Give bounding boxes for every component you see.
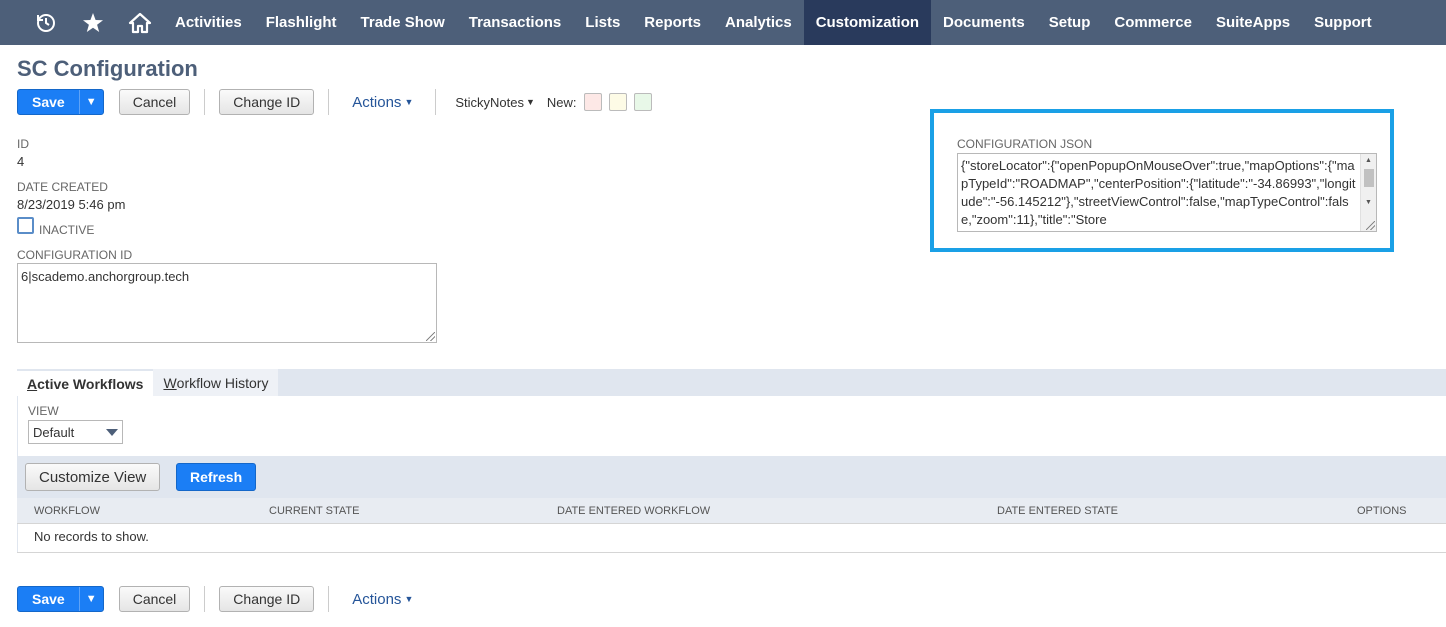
save-button[interactable]: Save ▼: [17, 586, 104, 612]
sticky-notes-menu[interactable]: StickyNotes ▼: [455, 95, 535, 110]
nav-suiteapps[interactable]: SuiteApps: [1204, 0, 1302, 45]
view-select-value: Default: [33, 424, 75, 440]
actions-menu[interactable]: Actions ▼: [352, 591, 413, 608]
star-icon[interactable]: [69, 0, 116, 45]
configuration-id-field[interactable]: 6|scademo.anchorgroup.tech: [17, 263, 437, 343]
sticky-notes-label: StickyNotes: [455, 94, 524, 110]
nav-setup[interactable]: Setup: [1037, 0, 1103, 45]
change-id-button[interactable]: Change ID: [219, 586, 315, 612]
scroll-thumb[interactable]: [1364, 169, 1374, 187]
actions-label: Actions: [352, 93, 402, 111]
page-title: SC Configuration: [17, 56, 198, 81]
nav-support[interactable]: Support: [1302, 0, 1384, 45]
empty-grid-message: No records to show.: [34, 529, 149, 544]
divider: [328, 89, 330, 115]
divider: [328, 586, 330, 612]
nav-documents[interactable]: Documents: [931, 0, 1037, 45]
home-icon[interactable]: [116, 0, 163, 45]
date-created-label: DATE CREATED: [17, 180, 108, 194]
date-created-value: 8/23/2019 5:46 pm: [17, 197, 126, 212]
nav-reports[interactable]: Reports: [632, 0, 713, 45]
column-header[interactable]: OPTIONS: [1357, 505, 1407, 517]
grid-header: WORKFLOW CURRENT STATE DATE ENTERED WORK…: [17, 498, 1446, 524]
resize-handle-icon[interactable]: [426, 332, 435, 341]
new-note-label: New:: [546, 94, 577, 110]
caret-down-icon: ▼: [404, 97, 414, 107]
grid-toolbar: Customize View Refresh: [17, 456, 1446, 498]
nav-activities[interactable]: Activities: [163, 0, 254, 45]
divider: [435, 89, 437, 115]
workflow-subtabs: Active Workflows Workflow History: [17, 369, 1446, 396]
actions-menu[interactable]: Actions ▼: [352, 94, 413, 111]
column-header[interactable]: CURRENT STATE: [269, 505, 359, 517]
id-value: 4: [17, 154, 25, 169]
global-nav-bar: Activities Flashlight Trade Show Transac…: [0, 0, 1446, 45]
change-id-button[interactable]: Change ID: [219, 89, 315, 115]
inactive-checkbox[interactable]: [17, 217, 34, 234]
json-scrollbar[interactable]: ▲ ▼: [1360, 154, 1376, 231]
configuration-id-label: CONFIGURATION ID: [17, 248, 133, 262]
dropdown-arrow-icon: [106, 428, 118, 436]
nav-lists[interactable]: Lists: [573, 0, 632, 45]
tab-active-workflows[interactable]: Active Workflows: [17, 369, 154, 396]
nav-analytics[interactable]: Analytics: [713, 0, 804, 45]
nav-customization[interactable]: Customization: [803, 0, 932, 45]
column-header[interactable]: DATE ENTERED STATE: [997, 505, 1118, 517]
tab-label: orkflow History: [176, 374, 269, 391]
resize-handle-icon[interactable]: [1366, 221, 1375, 230]
chevron-down-icon[interactable]: ▼: [78, 587, 103, 611]
tab-accesskey: W: [163, 374, 177, 391]
save-button-label: Save: [32, 94, 65, 110]
tab-workflow-history[interactable]: Workflow History: [153, 369, 279, 396]
nav-trade-show[interactable]: Trade Show: [349, 0, 457, 45]
tab-label: ctive Workflows: [37, 375, 144, 392]
customize-view-button[interactable]: Customize View: [25, 463, 161, 491]
recent-icon[interactable]: [22, 0, 69, 45]
divider: [204, 89, 206, 115]
chevron-down-icon[interactable]: ▼: [78, 90, 103, 114]
configuration-json-label: CONFIGURATION JSON: [957, 137, 1093, 151]
scroll-down-icon[interactable]: ▼: [1365, 199, 1372, 206]
configuration-json-field[interactable]: {"storeLocator":{"openPopupOnMouseOver":…: [957, 153, 1377, 232]
caret-down-icon: ▼: [526, 97, 535, 107]
cancel-button[interactable]: Cancel: [118, 89, 191, 115]
tab-accesskey: A: [27, 375, 38, 392]
new-note-green[interactable]: [633, 93, 652, 111]
scroll-up-icon[interactable]: ▲: [1365, 157, 1372, 164]
grid-bottom-border: [17, 552, 1446, 553]
bottom-toolbar: Save ▼ Cancel Change ID Actions ▼: [17, 585, 413, 613]
refresh-button[interactable]: Refresh: [176, 463, 257, 491]
actions-label: Actions: [352, 590, 402, 608]
divider: [204, 586, 206, 612]
new-note-yellow[interactable]: [608, 93, 627, 111]
new-note-red[interactable]: [583, 93, 602, 111]
view-select[interactable]: Default: [28, 420, 123, 444]
top-toolbar: Save ▼ Cancel Change ID Actions ▼ Sticky…: [17, 88, 659, 116]
configuration-json-value: {"storeLocator":{"openPopupOnMouseOver":…: [961, 158, 1356, 227]
caret-down-icon: ▼: [404, 594, 414, 604]
id-label: ID: [17, 137, 29, 151]
nav-flashlight[interactable]: Flashlight: [254, 0, 349, 45]
save-button[interactable]: Save ▼: [17, 89, 104, 115]
configuration-id-value: 6|scademo.anchorgroup.tech: [21, 269, 190, 284]
nav-commerce[interactable]: Commerce: [1102, 0, 1204, 45]
cancel-button[interactable]: Cancel: [118, 586, 191, 612]
save-button-label: Save: [32, 591, 65, 607]
inactive-label: INACTIVE: [39, 223, 95, 237]
nav-transactions[interactable]: Transactions: [457, 0, 574, 45]
view-label: VIEW: [28, 404, 59, 418]
column-header[interactable]: WORKFLOW: [34, 505, 100, 517]
column-header[interactable]: DATE ENTERED WORKFLOW: [557, 505, 710, 517]
